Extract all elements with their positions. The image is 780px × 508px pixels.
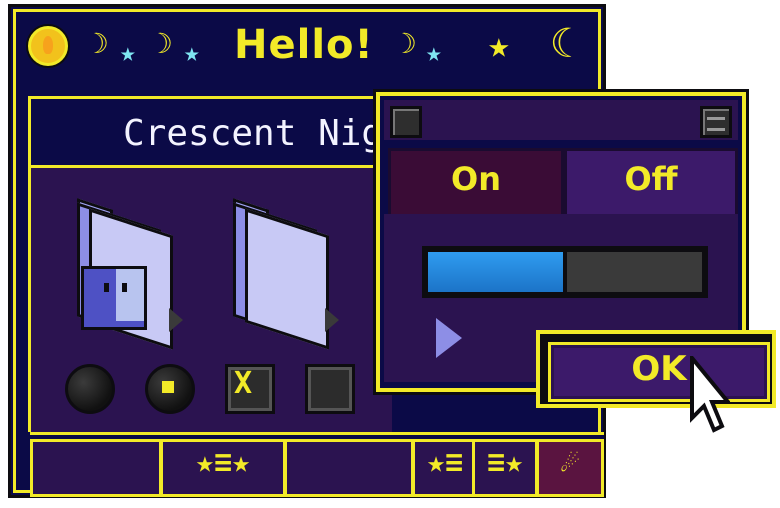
bottom-cell[interactable] <box>284 439 414 497</box>
shooting-stars-decoration[interactable]: ★≡★ <box>160 439 286 497</box>
ok-button-label: OK <box>631 349 687 389</box>
bottom-cell[interactable] <box>30 439 162 497</box>
segment-off-label: Off <box>624 160 678 198</box>
segment-on[interactable]: On <box>388 148 564 218</box>
zoom-box-icon[interactable] <box>700 106 732 138</box>
star-icon: ★ <box>184 38 200 68</box>
checkbox-unchecked[interactable] <box>305 364 355 414</box>
progress-remaining <box>567 252 702 292</box>
mouse-cursor-icon <box>690 356 730 433</box>
star-icon: ★ <box>488 25 510 66</box>
radio-button-off[interactable] <box>65 364 115 414</box>
panel-header: Crescent Night <box>28 96 392 168</box>
alias-arrow-icon <box>325 308 339 332</box>
crescent-moon-icon: ☽ <box>156 27 173 60</box>
checkbox-checked[interactable]: X <box>225 364 275 414</box>
shooting-star-right-icon[interactable]: ≡★ <box>472 439 538 497</box>
comet-icon[interactable]: ☄ <box>536 439 604 497</box>
close-box-icon[interactable] <box>390 106 422 138</box>
crescent-moon-icon: ☽ <box>400 27 417 60</box>
radio-button-on[interactable] <box>145 364 195 414</box>
panel-body: X <box>28 168 392 432</box>
bottom-bar: ★≡★ ★≡ ≡★ ☄ <box>30 432 604 497</box>
title-bar[interactable]: ☽ ★ ☽ ★ Hello! ☽ ★ ★ ☾ <box>20 16 594 76</box>
shooting-star-left-icon[interactable]: ★≡ <box>412 439 478 497</box>
progress-bar <box>422 246 708 298</box>
check-x-icon: X <box>234 366 253 401</box>
segment-on-label: On <box>451 160 501 198</box>
crescent-moon-icon: ☽ <box>92 27 109 60</box>
crescent-moon-icon: ☾ <box>550 21 575 67</box>
play-triangle-icon[interactable] <box>436 318 462 358</box>
flame-icon[interactable] <box>28 26 68 66</box>
panel-title: Crescent Night <box>123 113 392 154</box>
star-icon: ★ <box>426 38 442 68</box>
finder-face-icon <box>81 266 147 330</box>
window-title: Hello! <box>234 22 374 68</box>
progress-fill <box>428 252 563 292</box>
star-icon: ★ <box>120 38 136 68</box>
dialog-title-bar[interactable] <box>384 100 738 140</box>
segment-off[interactable]: Off <box>564 148 738 218</box>
alias-arrow-icon <box>169 308 183 332</box>
ok-button[interactable]: OK <box>536 330 776 408</box>
